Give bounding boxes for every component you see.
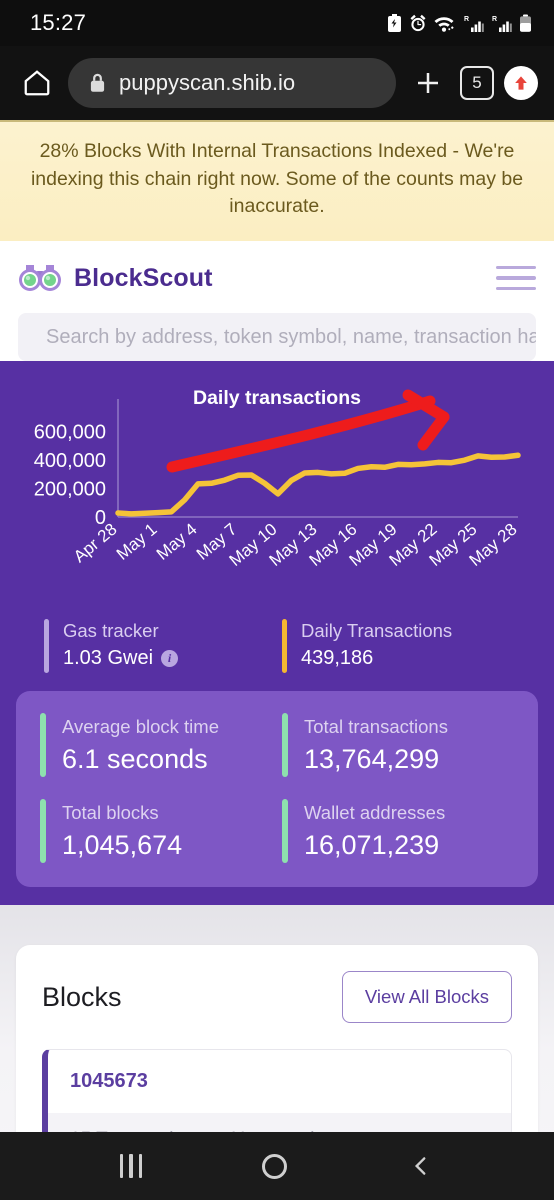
search-bar[interactable]: Search by address, token symbol, name, t… (18, 313, 536, 362)
search-input-placeholder: Search by address, token symbol, name, t… (46, 325, 536, 348)
hamburger-line (496, 265, 536, 270)
browser-update-button[interactable] (504, 66, 538, 100)
binoculars-icon (19, 265, 61, 292)
chart-x-axis-labels: Apr 28May 1May 4May 7May 10May 13May 16M… (70, 520, 521, 570)
stat-label: Wallet addresses (304, 802, 446, 824)
back-chevron-icon[interactable] (408, 1153, 434, 1179)
red-arrow-annotation (166, 389, 450, 473)
alarm-icon (409, 14, 427, 33)
phone-screen: 15:27 R R puppyscan.shib.io 5 28% Blocks… (0, 0, 554, 1200)
stat-value: 16,071,239 (304, 829, 440, 860)
stat-value: 1,045,674 (62, 829, 183, 860)
chart-y-tick-label: 200,000 (34, 478, 106, 500)
chart-x-tick-label: May 1 (113, 520, 161, 564)
chart-x-tick-label: May 4 (153, 520, 201, 564)
gas-tracker-accent-bar (44, 619, 49, 674)
chart-y-axis-labels: 0200,000400,000600,000 (34, 421, 106, 529)
battery-icon (519, 14, 532, 33)
view-all-blocks-button[interactable]: View All Blocks (341, 971, 512, 1024)
daily-transactions-accent-bar (282, 619, 287, 674)
stat-label: Total transactions (304, 716, 448, 738)
recents-bar (138, 1154, 142, 1178)
block-number-link[interactable]: 1045673 (48, 1050, 511, 1113)
hamburger-menu-icon[interactable] (496, 262, 536, 295)
stat-accent-bar (40, 799, 46, 864)
hero-bottom-spacer (0, 887, 554, 906)
daily-transactions-stat[interactable]: Daily Transactions 439,186 (282, 619, 510, 674)
status-bar-icons: R R (387, 13, 532, 33)
plus-icon (418, 73, 438, 93)
stat-total-blocks: Total blocks 1,045,674 (40, 799, 272, 864)
battery-saver-icon (387, 13, 402, 33)
stat-value: 6.1 seconds (62, 743, 208, 774)
brand-name: BlockScout (74, 263, 213, 292)
brand-row: BlockScout (18, 253, 536, 303)
daily-transactions-chart[interactable]: Daily transactions 0 200,000 400,000 600,00… (0, 377, 554, 609)
info-icon[interactable]: i (161, 650, 179, 668)
hamburger-line (496, 286, 536, 291)
daily-transactions-label: Daily Transactions (301, 620, 453, 642)
gas-tracker-label: Gas tracker (63, 620, 159, 642)
recents-icon[interactable] (120, 1154, 142, 1178)
stat-average-block-time: Average block time 6.1 seconds (40, 713, 272, 778)
new-tab-button[interactable] (406, 68, 450, 98)
stat-label: Average block time (62, 716, 219, 738)
gas-tracker-amount: 1.03 Gwei (63, 647, 154, 670)
wifi-icon (434, 14, 456, 33)
indexing-warning-banner: 28% Blocks With Internal Transactions In… (0, 122, 554, 242)
signal-roaming-icon-1: R (463, 14, 484, 33)
status-bar-clock: 15:27 (30, 10, 87, 35)
chart-y-tick-label: 400,000 (34, 450, 106, 472)
hamburger-line (496, 276, 536, 280)
svg-text:R: R (464, 16, 469, 23)
tab-counter-button[interactable]: 5 (460, 66, 494, 100)
recents-bar (129, 1154, 133, 1178)
tab-count-label: 5 (472, 73, 482, 92)
chart-canvas: 0200,000400,000600,000 Apr 28May 1May 4M… (34, 389, 521, 570)
recents-bar (120, 1154, 124, 1178)
lock-icon (90, 73, 105, 92)
stat-total-transactions: Total transactions 13,764,299 (282, 713, 514, 778)
page-body: Blocks View All Blocks 1045673 15 Transa… (0, 905, 554, 1169)
browser-home-button[interactable] (16, 68, 58, 98)
home-circle-icon[interactable] (262, 1153, 288, 1179)
signal-roaming-icon-2: R (491, 14, 512, 33)
stat-accent-bar (282, 713, 288, 778)
chart-y-tick-label: 600,000 (34, 421, 106, 443)
stat-wallet-addresses: Wallet addresses 16,071,239 (282, 799, 514, 864)
gas-tracker-value: 1.03 Gwei i (63, 644, 179, 673)
stat-accent-bar (40, 713, 46, 778)
url-bar[interactable]: puppyscan.shib.io (68, 58, 396, 108)
status-bar: 15:27 R R (0, 0, 554, 46)
site-header: BlockScout Search by address, token symb… (0, 241, 554, 362)
network-stats-card: Average block time 6.1 seconds Total tra… (16, 691, 538, 888)
stat-value: 13,764,299 (304, 743, 440, 774)
android-nav-bar (0, 1132, 554, 1200)
home-icon (24, 70, 50, 96)
url-text: puppyscan.shib.io (119, 70, 296, 95)
daily-transactions-value: 439,186 (301, 647, 374, 670)
stat-label: Total blocks (62, 802, 159, 824)
gas-tracker-stat[interactable]: Gas tracker 1.03 Gwei i (44, 619, 272, 674)
svg-text:R: R (492, 16, 497, 23)
brand-logo-group[interactable]: BlockScout (18, 261, 213, 295)
stat-accent-bar (282, 799, 288, 864)
page-title: Blocks (42, 981, 122, 1012)
hero-mini-stats: Gas tracker 1.03 Gwei i Daily Transactio… (0, 609, 554, 691)
upload-arrow-icon (515, 76, 527, 90)
hero-section: Daily transactions 0 200,000 400,000 600,00… (0, 361, 554, 906)
blocks-card-header: Blocks View All Blocks (42, 971, 512, 1024)
browser-toolbar: puppyscan.shib.io 5 (0, 46, 554, 122)
